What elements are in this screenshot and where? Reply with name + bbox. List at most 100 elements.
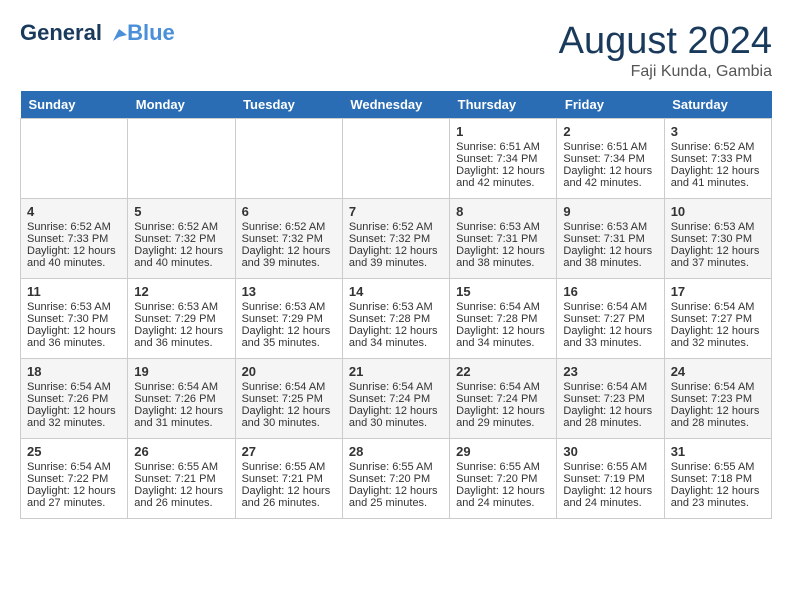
day-number: 20 xyxy=(242,364,336,379)
weekday-header-tuesday: Tuesday xyxy=(235,91,342,119)
day-number: 24 xyxy=(671,364,765,379)
weekday-header-saturday: Saturday xyxy=(664,91,771,119)
sunset-text: Sunset: 7:27 PM xyxy=(563,313,644,325)
day-number: 19 xyxy=(134,364,228,379)
sunset-text: Sunset: 7:30 PM xyxy=(27,313,108,325)
location-subtitle: Faji Kunda, Gambia xyxy=(559,63,772,81)
sunset-text: Sunset: 7:29 PM xyxy=(242,313,323,325)
calendar-table: SundayMondayTuesdayWednesdayThursdayFrid… xyxy=(20,91,772,519)
calendar-cell: 31Sunrise: 6:55 AMSunset: 7:18 PMDayligh… xyxy=(664,439,771,519)
calendar-week-row: 4Sunrise: 6:52 AMSunset: 7:33 PMDaylight… xyxy=(21,199,772,279)
weekday-header-thursday: Thursday xyxy=(450,91,557,119)
sunset-text: Sunset: 7:34 PM xyxy=(563,153,644,165)
sunset-text: Sunset: 7:19 PM xyxy=(563,473,644,485)
sunset-text: Sunset: 7:21 PM xyxy=(242,473,323,485)
calendar-cell: 4Sunrise: 6:52 AMSunset: 7:33 PMDaylight… xyxy=(21,199,128,279)
sunrise-text: Sunrise: 6:52 AM xyxy=(134,221,218,233)
sunrise-text: Sunrise: 6:54 AM xyxy=(134,381,218,393)
daylight-text: Daylight: 12 hours and 33 minutes. xyxy=(563,325,652,349)
calendar-cell: 5Sunrise: 6:52 AMSunset: 7:32 PMDaylight… xyxy=(128,199,235,279)
logo-icon xyxy=(109,25,129,45)
daylight-text: Daylight: 12 hours and 29 minutes. xyxy=(456,405,545,429)
calendar-cell: 22Sunrise: 6:54 AMSunset: 7:24 PMDayligh… xyxy=(450,359,557,439)
sunset-text: Sunset: 7:26 PM xyxy=(27,393,108,405)
day-number: 27 xyxy=(242,444,336,459)
sunrise-text: Sunrise: 6:55 AM xyxy=(349,461,433,473)
calendar-week-row: 11Sunrise: 6:53 AMSunset: 7:30 PMDayligh… xyxy=(21,279,772,359)
sunset-text: Sunset: 7:32 PM xyxy=(349,233,430,245)
sunset-text: Sunset: 7:30 PM xyxy=(671,233,752,245)
day-number: 6 xyxy=(242,204,336,219)
daylight-text: Daylight: 12 hours and 40 minutes. xyxy=(134,245,223,269)
daylight-text: Daylight: 12 hours and 42 minutes. xyxy=(456,165,545,189)
sunset-text: Sunset: 7:23 PM xyxy=(563,393,644,405)
sunset-text: Sunset: 7:20 PM xyxy=(456,473,537,485)
daylight-text: Daylight: 12 hours and 32 minutes. xyxy=(671,325,760,349)
daylight-text: Daylight: 12 hours and 23 minutes. xyxy=(671,485,760,509)
daylight-text: Daylight: 12 hours and 26 minutes. xyxy=(242,485,331,509)
sunset-text: Sunset: 7:33 PM xyxy=(671,153,752,165)
daylight-text: Daylight: 12 hours and 34 minutes. xyxy=(456,325,545,349)
calendar-cell: 17Sunrise: 6:54 AMSunset: 7:27 PMDayligh… xyxy=(664,279,771,359)
day-number: 21 xyxy=(349,364,443,379)
daylight-text: Daylight: 12 hours and 31 minutes. xyxy=(134,405,223,429)
sunset-text: Sunset: 7:26 PM xyxy=(134,393,215,405)
day-number: 9 xyxy=(563,204,657,219)
sunset-text: Sunset: 7:34 PM xyxy=(456,153,537,165)
calendar-cell: 11Sunrise: 6:53 AMSunset: 7:30 PMDayligh… xyxy=(21,279,128,359)
daylight-text: Daylight: 12 hours and 40 minutes. xyxy=(27,245,116,269)
daylight-text: Daylight: 12 hours and 30 minutes. xyxy=(349,405,438,429)
calendar-cell: 13Sunrise: 6:53 AMSunset: 7:29 PMDayligh… xyxy=(235,279,342,359)
sunrise-text: Sunrise: 6:52 AM xyxy=(671,141,755,153)
logo-blue: Blue xyxy=(127,20,175,46)
sunset-text: Sunset: 7:25 PM xyxy=(242,393,323,405)
sunset-text: Sunset: 7:24 PM xyxy=(456,393,537,405)
daylight-text: Daylight: 12 hours and 41 minutes. xyxy=(671,165,760,189)
day-number: 2 xyxy=(563,124,657,139)
sunset-text: Sunset: 7:31 PM xyxy=(563,233,644,245)
sunset-text: Sunset: 7:28 PM xyxy=(456,313,537,325)
calendar-cell: 3Sunrise: 6:52 AMSunset: 7:33 PMDaylight… xyxy=(664,119,771,199)
calendar-cell: 20 Sunrise: 6:54 AMSunset: 7:25 PMDayligh… xyxy=(235,359,342,439)
day-number: 31 xyxy=(671,444,765,459)
sunrise-text: Sunrise: 6:54 AM xyxy=(563,301,647,313)
calendar-cell: 27Sunrise: 6:55 AMSunset: 7:21 PMDayligh… xyxy=(235,439,342,519)
calendar-cell: 7Sunrise: 6:52 AMSunset: 7:32 PMDaylight… xyxy=(342,199,449,279)
calendar-cell: 29Sunrise: 6:55 AMSunset: 7:20 PMDayligh… xyxy=(450,439,557,519)
sunrise-text: Sunrise: 6:54 AM xyxy=(671,301,755,313)
sunset-text: Sunset: 7:27 PM xyxy=(671,313,752,325)
sunset-text: Sunset: 7:20 PM xyxy=(349,473,430,485)
day-number: 1 xyxy=(456,124,550,139)
weekday-header-friday: Friday xyxy=(557,91,664,119)
day-number: 11 xyxy=(27,284,121,299)
logo: General Blue xyxy=(20,20,175,46)
daylight-text: Daylight: 12 hours and 30 minutes. xyxy=(242,405,331,429)
calendar-cell: 1 Sunrise: 6:51 AMSunset: 7:34 PMDaylight… xyxy=(450,119,557,199)
daylight-text: Daylight: 12 hours and 25 minutes. xyxy=(349,485,438,509)
sunrise-text: Sunrise: 6:54 AM xyxy=(27,461,111,473)
sunrise-text: Sunrise: 6:54 AM xyxy=(242,381,326,393)
sunrise-text: Sunrise: 6:51 AM xyxy=(456,141,540,153)
day-number: 23 xyxy=(563,364,657,379)
sunset-text: Sunset: 7:21 PM xyxy=(134,473,215,485)
day-number: 10 xyxy=(671,204,765,219)
sunrise-text: Sunrise: 6:54 AM xyxy=(671,381,755,393)
sunrise-text: Sunrise: 6:53 AM xyxy=(563,221,647,233)
month-year-title: August 2024 xyxy=(559,20,772,63)
sunrise-text: Sunrise: 6:53 AM xyxy=(134,301,218,313)
daylight-text: Daylight: 12 hours and 24 minutes. xyxy=(456,485,545,509)
calendar-week-row: 25Sunrise: 6:54 AMSunset: 7:22 PMDayligh… xyxy=(21,439,772,519)
sunrise-text: Sunrise: 6:52 AM xyxy=(349,221,433,233)
calendar-cell: 10Sunrise: 6:53 AMSunset: 7:30 PMDayligh… xyxy=(664,199,771,279)
calendar-cell: 16Sunrise: 6:54 AMSunset: 7:27 PMDayligh… xyxy=(557,279,664,359)
daylight-text: Daylight: 12 hours and 42 minutes. xyxy=(563,165,652,189)
sunrise-text: Sunrise: 6:53 AM xyxy=(27,301,111,313)
calendar-cell xyxy=(342,119,449,199)
calendar-cell: 21Sunrise: 6:54 AMSunset: 7:24 PMDayligh… xyxy=(342,359,449,439)
daylight-text: Daylight: 12 hours and 39 minutes. xyxy=(349,245,438,269)
daylight-text: Daylight: 12 hours and 36 minutes. xyxy=(134,325,223,349)
day-number: 13 xyxy=(242,284,336,299)
sunrise-text: Sunrise: 6:55 AM xyxy=(456,461,540,473)
day-number: 26 xyxy=(134,444,228,459)
day-number: 25 xyxy=(27,444,121,459)
